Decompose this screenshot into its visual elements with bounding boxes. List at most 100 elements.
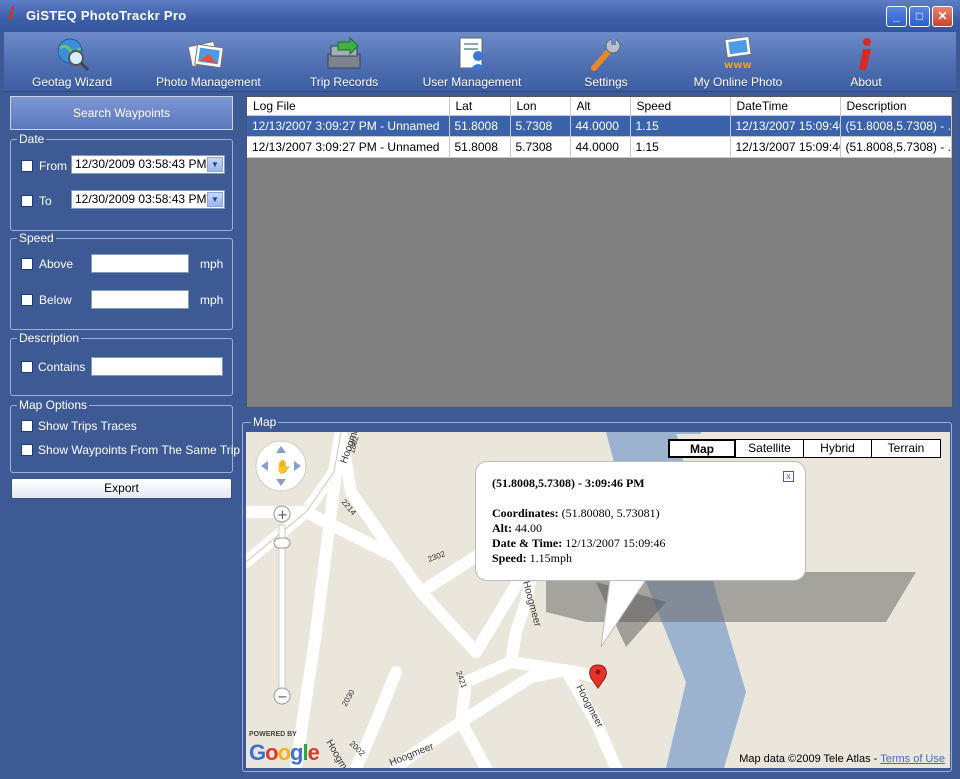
table-cell: 51.8008 — [449, 136, 511, 158]
speed-group: Speed Above mph Below mph — [10, 231, 233, 330]
speed-value: 1.15mph — [529, 551, 573, 565]
close-button[interactable]: ✕ — [932, 6, 953, 27]
description-group-title: Description — [17, 331, 82, 345]
trip-records-label: Trip Records — [309, 75, 379, 89]
map-marker — [589, 664, 607, 689]
table-cell: 5.7308 — [510, 115, 571, 137]
above-speed-input[interactable] — [91, 254, 189, 273]
table-row[interactable]: 12/13/2007 3:09:27 PM - Unnamed 51.8008 … — [247, 115, 952, 137]
about-label: About — [850, 75, 882, 89]
svg-text:www: www — [724, 60, 752, 71]
search-panel: Search Waypoints Date From 12/30/2009 03… — [6, 94, 240, 774]
coords-value: (51.80080, 5.73081) — [561, 506, 660, 520]
map-group-title: Map — [251, 415, 279, 429]
about-button[interactable]: About — [842, 34, 890, 90]
table-cell: 1.15 — [630, 136, 731, 158]
alt-value: 44.00 — [515, 521, 542, 535]
street-number: 2302 — [427, 549, 447, 564]
table-cell: (51.8008,5.7308) - ... — [840, 115, 952, 137]
street-label: Hoogmeer — [388, 741, 436, 768]
to-date-picker[interactable]: 12/30/2009 03:58:43 PM ▼ — [71, 190, 225, 209]
map-attribution: Map data ©2009 Tele Atlas - Terms of Use — [739, 753, 945, 765]
info-icon — [859, 38, 871, 70]
column-header[interactable]: Lon — [510, 97, 571, 116]
table-cell: 12/13/2007 15:09:46 — [730, 115, 841, 137]
chevron-down-icon[interactable]: ▼ — [207, 192, 223, 207]
description-group: Description Contains — [10, 331, 233, 396]
speed-label: Speed: — [492, 551, 527, 565]
to-date-value: 12/30/2009 03:58:43 PM — [75, 192, 207, 206]
minimize-button[interactable]: _ — [886, 6, 907, 27]
column-header[interactable]: Description — [840, 97, 952, 116]
user-management-label: User Management — [422, 75, 522, 89]
below-speed-input[interactable] — [91, 290, 189, 309]
column-header[interactable]: Log File — [247, 97, 450, 116]
coords-label: Coordinates: — [492, 506, 559, 520]
from-checkbox[interactable] — [21, 160, 33, 172]
google-logo[interactable]: Google — [249, 740, 320, 766]
table-cell: 44.0000 — [570, 136, 631, 158]
chevron-down-icon[interactable]: ▼ — [207, 157, 223, 172]
search-waypoints-button[interactable]: Search Waypoints — [10, 96, 233, 130]
datetime-label: Date & Time: — [492, 536, 563, 550]
contains-label: Contains — [38, 360, 86, 374]
contains-checkbox[interactable] — [21, 361, 33, 373]
map-type-map-button[interactable]: Map — [668, 439, 736, 458]
table-cell: (51.8008,5.7308) - ... — [840, 136, 952, 158]
photo-management-button[interactable]: Photo Management — [156, 34, 261, 90]
show-waypoints-label: Show Waypoints From The Same Trip — [38, 443, 241, 457]
below-checkbox[interactable] — [21, 294, 33, 306]
show-waypoints-checkbox[interactable] — [21, 444, 33, 456]
table-cell: 44.0000 — [570, 115, 631, 137]
street-label: Hoogmeer — [573, 683, 605, 730]
svg-text:−: − — [277, 690, 288, 705]
grid-header-row: Log File Lat Lon Alt Speed DateTime Desc… — [247, 97, 952, 116]
trip-records-button[interactable]: Trip Records — [304, 34, 384, 90]
map-type-terrain-button[interactable]: Terrain — [871, 439, 941, 458]
maximize-button[interactable]: □ — [909, 6, 930, 27]
to-checkbox[interactable] — [21, 195, 33, 207]
column-header[interactable]: Alt — [570, 97, 631, 116]
column-header[interactable]: DateTime — [730, 97, 841, 116]
main-toolbar: Geotag Wizard Photo Management Trip Reco… — [4, 32, 956, 92]
table-row[interactable]: 12/13/2007 3:09:27 PM - Unnamed 51.8008 … — [247, 136, 952, 158]
column-header[interactable]: Speed — [630, 97, 731, 116]
map-type-satellite-button[interactable]: Satellite — [735, 439, 804, 458]
window-title: GiSTEQ PhotoTrackr Pro — [26, 8, 187, 23]
table-cell: 51.8008 — [449, 115, 511, 137]
waypoint-grid: Log File Lat Lon Alt Speed DateTime Desc… — [246, 96, 953, 408]
user-management-button[interactable]: User Management — [422, 34, 522, 90]
above-checkbox[interactable] — [21, 258, 33, 270]
user-management-icon — [459, 37, 486, 70]
photo-management-label: Photo Management — [156, 75, 261, 89]
close-icon[interactable]: x — [783, 471, 794, 482]
to-label: To — [39, 194, 52, 208]
table-cell: 12/13/2007 15:09:46 — [730, 136, 841, 158]
above-label: Above — [39, 257, 74, 271]
from-date-picker[interactable]: 12/30/2009 03:58:43 PM ▼ — [71, 155, 225, 174]
from-date-value: 12/30/2009 03:58:43 PM — [75, 157, 207, 171]
my-online-photo-label: My Online Photo — [693, 75, 783, 89]
table-cell: 12/13/2007 3:09:27 PM - Unnamed — [247, 115, 450, 137]
date-group: Date From 12/30/2009 03:58:43 PM ▼ To 12… — [10, 132, 233, 231]
terms-of-use-link[interactable]: Terms of Use — [880, 753, 945, 765]
svg-text:✋: ✋ — [275, 459, 291, 475]
speed-group-title: Speed — [17, 231, 56, 245]
show-trips-checkbox[interactable] — [21, 420, 33, 432]
svg-text:+: + — [277, 508, 288, 523]
powered-by-text: POWERED BY — [249, 731, 297, 738]
contains-input[interactable] — [91, 357, 223, 376]
date-group-title: Date — [17, 132, 47, 146]
settings-button[interactable]: Settings — [572, 34, 640, 90]
my-online-photo-button[interactable]: www My Online Photo — [692, 34, 784, 90]
street-number: 2421 — [454, 670, 469, 690]
below-label: Below — [39, 293, 72, 307]
above-unit-label: mph — [200, 257, 224, 271]
globe-magnifier-icon — [57, 38, 90, 72]
geotag-wizard-button[interactable]: Geotag Wizard — [32, 34, 112, 90]
export-button[interactable]: Export — [11, 478, 232, 499]
map-view[interactable]: Hoogmeer Hoogmeer Hoogmeer Hoogmeer Hoog… — [246, 432, 950, 768]
map-options-group: Map Options Show Trips Traces Show Waypo… — [10, 398, 240, 473]
column-header[interactable]: Lat — [449, 97, 511, 116]
map-type-hybrid-button[interactable]: Hybrid — [803, 439, 872, 458]
